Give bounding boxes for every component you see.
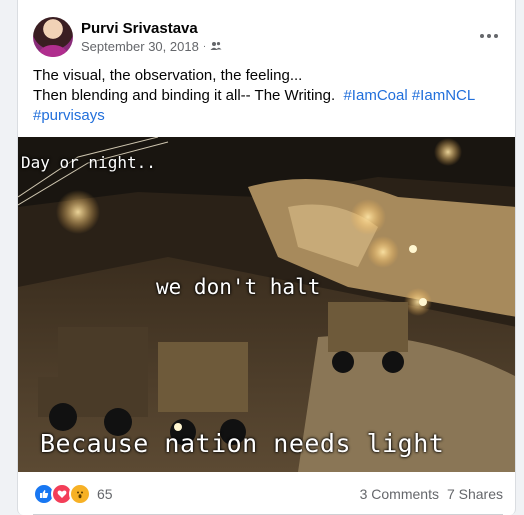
- hashtag-iamncl[interactable]: #IamNCL: [412, 87, 475, 104]
- hashtag-iamcoal[interactable]: #IamCoal: [343, 87, 407, 104]
- post-footer: 65 3 Comments 7 Shares: [33, 479, 503, 509]
- separator-dot: ·: [202, 41, 207, 52]
- caption-top: Day or night..: [21, 153, 156, 172]
- post-text: The visual, the observation, the feeling…: [33, 66, 503, 126]
- post-header: Purvi Srivastava September 30, 2018 ·: [33, 17, 222, 57]
- post-text-line1: The visual, the observation, the feeling…: [33, 67, 303, 84]
- author-name[interactable]: Purvi Srivastava: [81, 19, 222, 38]
- mine-night-photo: [18, 137, 515, 472]
- post-image[interactable]: Day or night.. we don't halt Because nat…: [18, 137, 515, 472]
- shares-link[interactable]: 7 Shares: [447, 486, 503, 502]
- post-card: Purvi Srivastava September 30, 2018 · Th…: [17, 0, 516, 515]
- avatar[interactable]: [33, 17, 73, 57]
- caption-middle: we don't halt: [156, 275, 321, 299]
- post-meta: Purvi Srivastava September 30, 2018 ·: [81, 19, 222, 55]
- reactions-summary[interactable]: 65: [33, 483, 113, 505]
- wow-reaction-icon: [69, 483, 91, 505]
- post-date[interactable]: September 30, 2018: [81, 38, 199, 55]
- reaction-count: 65: [97, 486, 113, 502]
- engagement-links: 3 Comments 7 Shares: [360, 486, 503, 502]
- comments-link[interactable]: 3 Comments: [360, 486, 439, 502]
- hashtag-purvisays[interactable]: #purvisays: [33, 107, 105, 124]
- caption-bottom: Because nation needs light: [40, 429, 445, 458]
- more-options-icon[interactable]: [475, 24, 503, 48]
- post-text-line3: #purvisays: [33, 106, 503, 126]
- friends-icon[interactable]: [210, 38, 222, 55]
- post-text-line2-body: Then blending and binding it all-- The W…: [33, 87, 336, 104]
- post-subline: September 30, 2018 ·: [81, 38, 222, 55]
- post-text-line2: Then blending and binding it all-- The W…: [33, 86, 503, 106]
